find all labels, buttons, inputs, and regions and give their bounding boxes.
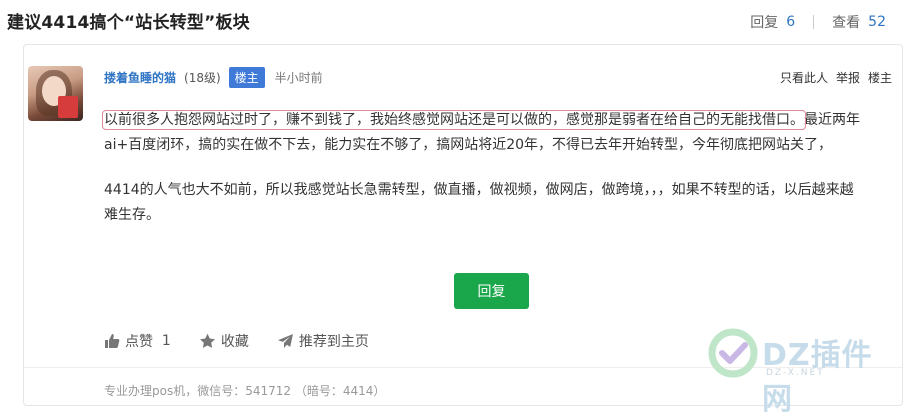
- reply-count: 6: [786, 14, 796, 30]
- recommend-label: 推荐到主页: [298, 334, 369, 350]
- site-watermark: DZ插件网 DZ-X.NET: [706, 324, 902, 417]
- user-signature: 专业办理pos机，微信号：541712 （暗号：4414）: [104, 384, 386, 398]
- post-footer-actions: 点赞 1 收藏 推荐到主页: [104, 331, 397, 351]
- post-paragraph-2: 4414的人气也大不如前，所以我感觉站长急需转型，做直播，做视频，做网店，做跨境…: [104, 182, 854, 223]
- author-name[interactable]: 搂着鱼睡的猫: [104, 69, 176, 86]
- thread-title: 建议4414搞个“站长转型”板块: [7, 13, 250, 33]
- only-this-user-link[interactable]: 只看此人: [780, 69, 828, 86]
- author-level: (18级): [184, 70, 221, 85]
- post-time: 半小时前: [274, 70, 323, 85]
- favorite-button[interactable]: 收藏: [199, 331, 249, 351]
- like-count: 1: [161, 333, 171, 349]
- dz-logo-icon: [708, 328, 758, 378]
- post-paragraph-1: 以前很多人抱怨网站过时了，赚不到钱了，我始终感觉网站还是可以做的，感觉那是弱者在…: [102, 108, 864, 158]
- paper-plane-icon: [277, 334, 293, 348]
- floor-label[interactable]: 楼主: [868, 69, 892, 86]
- reply-count-label: 回复: [750, 15, 779, 31]
- avatar[interactable]: [28, 66, 83, 121]
- post-content: 以前很多人抱怨网站过时了，赚不到钱了，我始终感觉网站还是可以做的，感觉那是弱者在…: [102, 108, 864, 228]
- like-button[interactable]: 点赞 1: [104, 331, 171, 351]
- reply-button[interactable]: 回复: [454, 273, 529, 309]
- op-badge: 楼主: [228, 66, 265, 88]
- post-meta: 搂着鱼睡的猫 (18级) 楼主 半小时前: [104, 66, 323, 88]
- recommend-button[interactable]: 推荐到主页: [277, 331, 369, 351]
- report-link[interactable]: 举报: [836, 69, 860, 86]
- stats-divider: [813, 15, 815, 29]
- post-actions: 只看此人 举报 楼主: [772, 69, 892, 86]
- view-count: 52: [868, 14, 886, 30]
- favorite-label: 收藏: [220, 334, 249, 350]
- watermark-url: DZ-X.NET: [766, 368, 825, 378]
- view-count-label: 查看: [832, 15, 861, 31]
- like-label: 点赞: [125, 334, 153, 350]
- star-icon: [199, 333, 215, 348]
- thread-stats: 回复 6 查看 52: [750, 12, 886, 32]
- thumbs-up-icon: [105, 334, 120, 348]
- thread-header: 建议4414搞个“站长转型”板块 回复 6 查看 52: [0, 0, 908, 44]
- highlighted-text: 以前很多人抱怨网站过时了，赚不到钱了，我始终感觉网站还是可以做的，感觉那是弱者在…: [102, 110, 806, 130]
